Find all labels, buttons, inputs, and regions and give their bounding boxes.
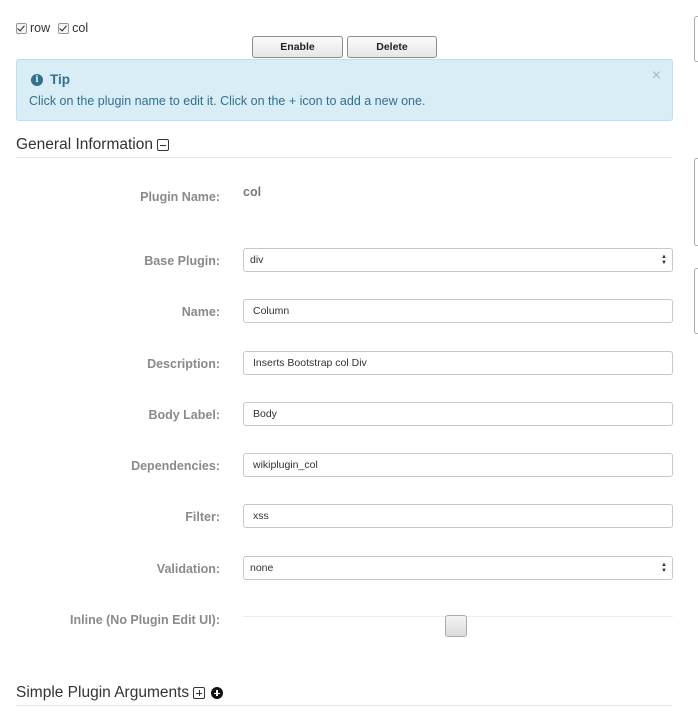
tip-text: Click on the plugin name to edit it. Cli… (29, 94, 426, 108)
name-field[interactable]: Column (243, 299, 673, 323)
section-title: General Information (16, 136, 153, 153)
validation-label: Validation: (156, 562, 220, 576)
side-tab-stub[interactable] (694, 16, 698, 62)
collapse-minus-icon[interactable] (157, 139, 169, 151)
enable-plugins-button[interactable]: Enable Plugins (252, 36, 343, 73)
close-icon[interactable]: × (652, 68, 661, 84)
body-label-field[interactable]: Body (243, 402, 673, 426)
select-arrows-icon: ▲ ▼ (661, 254, 667, 266)
side-tab-stub[interactable] (694, 158, 698, 246)
select-arrows-icon: ▲ ▼ (661, 562, 667, 574)
tip-alert: i Tip Click on the plugin name to edit i… (16, 59, 673, 121)
base-plugin-label: Base Plugin: (144, 254, 220, 268)
simple-plugin-arguments-header[interactable]: Simple Plugin Arguments (16, 684, 672, 706)
inline-label: Inline (No Plugin Edit UI): (70, 613, 220, 627)
base-plugin-select[interactable]: div ▲ ▼ (243, 248, 673, 272)
plugin-checkbox-row[interactable]: row (16, 21, 50, 35)
name-label: Name: (181, 305, 220, 319)
delete-plugins-button[interactable]: Delete Plugins (347, 36, 437, 73)
tip-title: Tip (50, 72, 70, 87)
dependencies-field[interactable]: wikiplugin_col (243, 453, 673, 477)
base-plugin-selected-value: div (250, 254, 264, 266)
expand-plus-icon[interactable] (193, 687, 206, 699)
body-label-label: Body Label: (148, 408, 220, 422)
description-label: Description: (147, 357, 220, 371)
validation-selected-value: none (250, 562, 274, 574)
filter-field[interactable]: xss (243, 504, 673, 528)
side-tab-stub[interactable] (694, 268, 698, 334)
inline-checkbox[interactable] (445, 615, 467, 637)
plugin-editor-page: row col Enable Plugins Delete Plugins i … (0, 0, 698, 725)
checkbox-checked-icon[interactable] (58, 22, 70, 34)
info-icon: i (31, 73, 43, 86)
plugin-checkbox-col[interactable]: col (58, 21, 88, 35)
checkbox-label: col (72, 21, 89, 35)
plugin-name-label: Plugin Name: (140, 190, 220, 204)
tip-heading: i Tip (31, 72, 70, 87)
add-circle-icon[interactable] (211, 687, 224, 699)
description-field[interactable]: Inserts Bootstrap col Div (243, 351, 673, 375)
plugin-name-value: col (243, 185, 262, 199)
dependencies-label: Dependencies: (131, 459, 220, 473)
section-title: Simple Plugin Arguments (16, 684, 190, 701)
checkbox-label: row (30, 21, 51, 35)
checkbox-checked-icon[interactable] (16, 22, 27, 34)
general-information-header[interactable]: General Information (16, 136, 672, 158)
validation-select[interactable]: none ▲ ▼ (243, 556, 673, 580)
filter-label: Filter: (185, 510, 220, 524)
plugin-checkbox-list: row col (16, 21, 92, 35)
